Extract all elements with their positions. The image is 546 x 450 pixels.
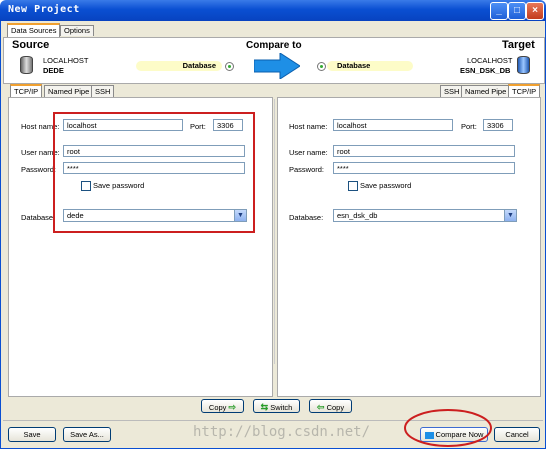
target-user-input[interactable]: root [333, 145, 515, 157]
copy-to-source-label: Copy [326, 403, 345, 412]
copy-to-source-button[interactable]: ⇦ Copy [309, 399, 352, 413]
close-icon[interactable]: × [526, 2, 544, 20]
source-database-label: Database: [21, 213, 56, 222]
watermark-text: http://blog.csdn.net/ [193, 424, 371, 440]
source-database-radio[interactable] [225, 62, 234, 71]
target-user-label: User name: [289, 148, 328, 157]
target-panel [277, 97, 541, 397]
switch-label: Switch [270, 403, 293, 412]
highlight-box [53, 112, 255, 233]
source-db-name: DEDE [43, 66, 64, 75]
target-save-password-checkbox[interactable] [348, 181, 358, 191]
target-database-radio[interactable] [317, 62, 326, 71]
target-database-pill[interactable]: Database [327, 61, 413, 71]
compare-arrow-icon [254, 53, 300, 79]
source-tab-named-pipe[interactable]: Named Pipe [44, 85, 94, 97]
arrow-left-icon: ⇦ [316, 402, 325, 412]
source-password-label: Password: [21, 165, 57, 174]
source-heading: Source [12, 39, 50, 51]
source-tab-ssh[interactable]: SSH [91, 85, 115, 97]
maximize-icon[interactable]: □ [508, 2, 526, 20]
source-server: LOCALHOST [43, 56, 89, 65]
minimize-icon[interactable]: _ [490, 2, 508, 20]
target-tab-ssh[interactable]: SSH [440, 85, 464, 97]
save-button[interactable]: Save [8, 427, 56, 442]
target-port-input[interactable]: 3306 [483, 119, 513, 131]
target-db-name: ESN_DSK_DB [460, 66, 511, 75]
target-password-input[interactable]: **** [333, 162, 515, 174]
target-tab-tcpip[interactable]: TCP/IP [508, 84, 541, 98]
tab-data-sources[interactable]: Data Sources [7, 23, 61, 37]
copy-to-target-label: Copy [208, 403, 227, 412]
target-database-label: Database: [289, 213, 324, 222]
target-heading: Target [502, 39, 535, 51]
arrow-right-icon: ⇨ [228, 402, 237, 412]
source-tab-tcpip[interactable]: TCP/IP [10, 84, 43, 98]
switch-button[interactable]: ⇆ Switch [253, 399, 300, 413]
database-icon [517, 56, 530, 74]
target-host-label: Host name: [289, 122, 328, 131]
tab-options[interactable]: Options [60, 25, 94, 36]
target-port-label: Port: [461, 122, 477, 131]
save-as-button[interactable]: Save As... [63, 427, 111, 442]
target-save-password-label: Save password [360, 181, 412, 190]
title-bar[interactable]: New Project _ □ × [0, 0, 546, 21]
source-database-pill[interactable]: Database [136, 61, 222, 71]
highlight-ellipse [404, 409, 492, 447]
copy-to-target-button[interactable]: Copy ⇨ [201, 399, 244, 413]
target-host-input[interactable]: localhost [333, 119, 453, 131]
target-database-select[interactable]: esn_dsk_db ▼ [333, 209, 517, 222]
target-database-value: esn_dsk_db [337, 211, 378, 220]
swap-icon: ⇆ [260, 402, 269, 412]
database-icon [20, 56, 33, 74]
target-tab-named-pipe[interactable]: Named Pipe [461, 85, 511, 97]
window-title: New Project [8, 4, 80, 15]
target-server: LOCALHOST [467, 56, 513, 65]
target-password-label: Password: [289, 165, 325, 174]
chevron-down-icon[interactable]: ▼ [504, 210, 516, 221]
panel-divider [274, 99, 275, 364]
cancel-button[interactable]: Cancel [494, 427, 540, 442]
compare-to-label: Compare to [246, 40, 302, 51]
